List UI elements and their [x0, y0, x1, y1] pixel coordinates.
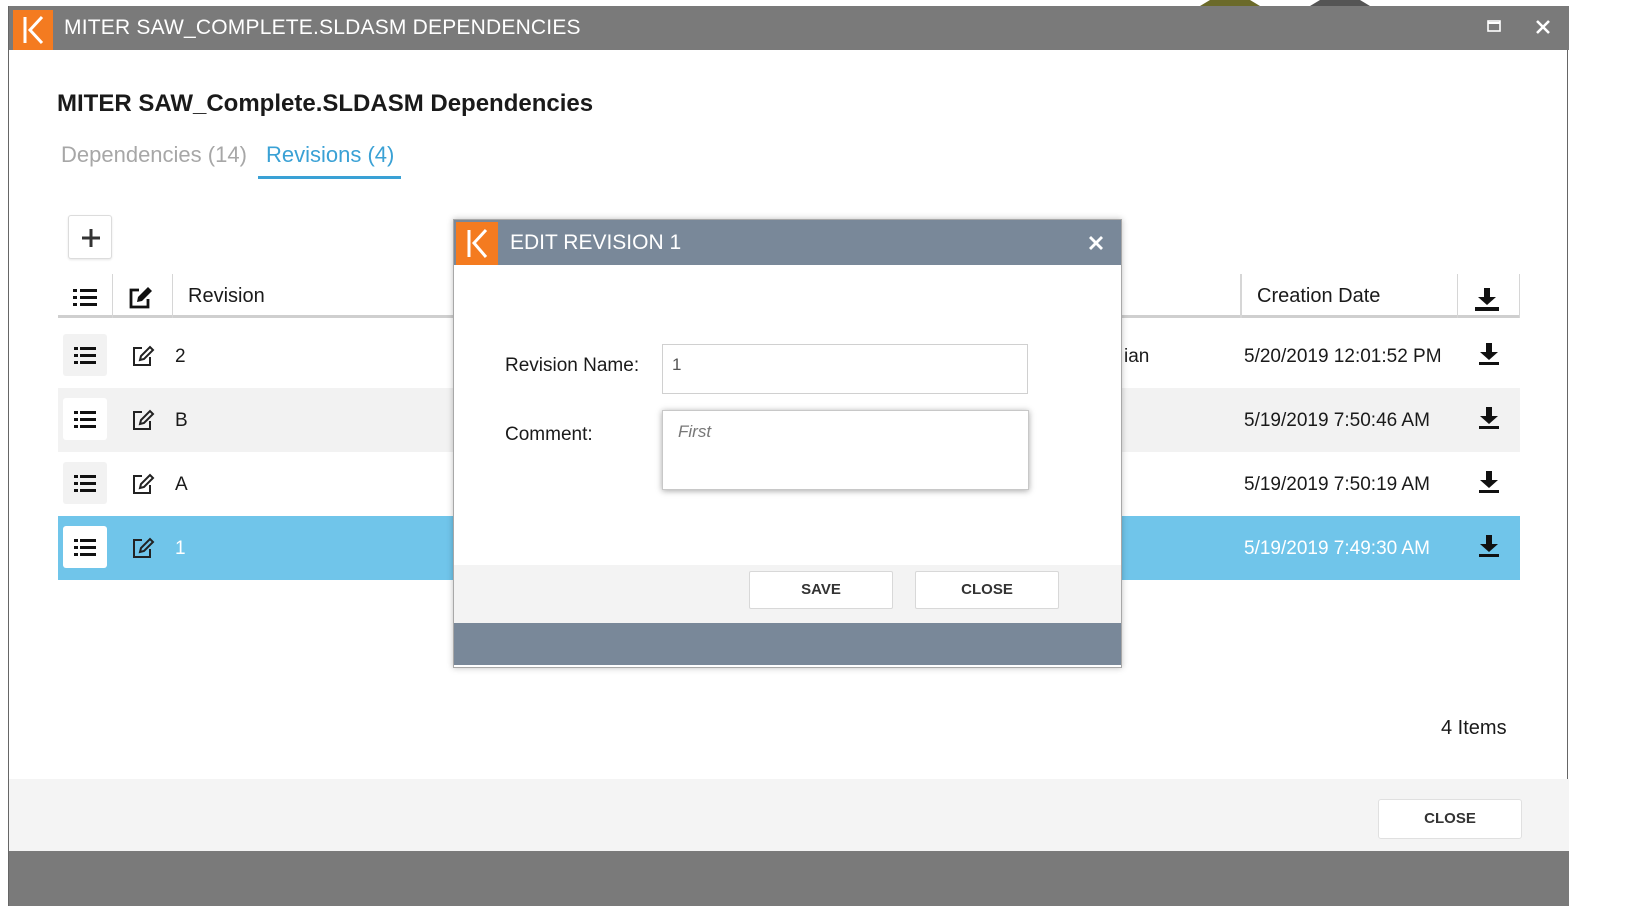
row-details-button[interactable]	[63, 398, 107, 440]
download-icon[interactable]	[1478, 406, 1500, 430]
revision-name: A	[175, 474, 188, 495]
list-icon	[74, 539, 96, 556]
comment-label: Comment:	[505, 424, 593, 445]
tab-revisions[interactable]: Revisions (4)	[266, 142, 394, 168]
row-details-button[interactable]	[63, 334, 107, 376]
edit-icon[interactable]	[132, 537, 156, 559]
creation-date: 5/19/2019 7:50:19 AM	[1244, 474, 1430, 495]
tab-dependencies[interactable]: Dependencies (14)	[61, 142, 247, 168]
list-icon	[74, 475, 96, 492]
screen: MITER SAW_COMPLETE.SLDASM DEPENDENCIES M…	[0, 0, 1633, 918]
creation-date: 5/19/2019 7:50:46 AM	[1244, 410, 1430, 431]
window-titlebar[interactable]: MITER SAW_COMPLETE.SLDASM DEPENDENCIES	[9, 6, 1569, 50]
plus-icon	[82, 229, 100, 247]
app-logo-icon	[456, 222, 498, 265]
download-icon[interactable]	[1478, 534, 1500, 558]
modal-close-icon[interactable]	[1088, 235, 1104, 251]
window-bottom-band	[9, 851, 1569, 906]
list-icon	[74, 347, 96, 364]
maximize-icon[interactable]	[1486, 18, 1502, 34]
revision-name: 2	[175, 346, 186, 367]
creation-date: 5/20/2019 12:01:52 PM	[1244, 346, 1442, 367]
header-list-column	[58, 274, 113, 318]
modal-bottom-band	[454, 623, 1121, 665]
edit-icon	[129, 287, 152, 309]
header-creation-date[interactable]: Creation Date	[1241, 274, 1458, 318]
header-download-column	[1458, 274, 1520, 318]
save-button[interactable]: SAVE	[749, 571, 893, 609]
truncated-cell-text: ian	[1124, 346, 1150, 367]
modal-titlebar[interactable]: EDIT REVISION 1	[454, 220, 1121, 265]
active-tab-indicator	[258, 176, 401, 179]
download-icon[interactable]	[1478, 342, 1500, 366]
app-logo-icon	[13, 10, 53, 50]
revision-name: 1	[175, 538, 186, 559]
modal-actions: SAVE CLOSE	[454, 565, 1121, 623]
revision-name-input[interactable]: 1	[662, 344, 1028, 394]
page-title: MITER SAW_Complete.SLDASM Dependencies	[57, 90, 594, 117]
close-button[interactable]: CLOSE	[1378, 799, 1522, 839]
list-icon	[74, 411, 96, 428]
modal-title: EDIT REVISION 1	[510, 231, 682, 254]
items-count: 4 Items	[1441, 717, 1507, 739]
window-close-icon[interactable]	[1532, 16, 1554, 38]
window-title: MITER SAW_COMPLETE.SLDASM DEPENDENCIES	[64, 16, 581, 39]
row-details-button[interactable]	[63, 462, 107, 504]
revision-name: B	[175, 410, 188, 431]
creation-date: 5/19/2019 7:49:30 AM	[1244, 538, 1430, 559]
comment-textarea[interactable]: First	[662, 410, 1029, 490]
revision-name-label: Revision Name:	[505, 355, 640, 376]
add-revision-button[interactable]	[68, 215, 112, 259]
dialog-footer: CLOSE	[9, 779, 1569, 851]
download-icon	[1475, 288, 1499, 311]
download-icon[interactable]	[1478, 470, 1500, 494]
edit-icon[interactable]	[132, 345, 156, 367]
edit-revision-dialog: EDIT REVISION 1 Revision Name: 1 Comment…	[453, 219, 1122, 668]
header-revision[interactable]: Revision	[173, 274, 458, 318]
row-details-button[interactable]	[63, 526, 107, 568]
header-edit-column	[113, 274, 173, 318]
modal-close-button[interactable]: CLOSE	[915, 571, 1059, 609]
edit-icon[interactable]	[132, 409, 156, 431]
edit-icon[interactable]	[132, 473, 156, 495]
list-icon	[73, 289, 97, 306]
